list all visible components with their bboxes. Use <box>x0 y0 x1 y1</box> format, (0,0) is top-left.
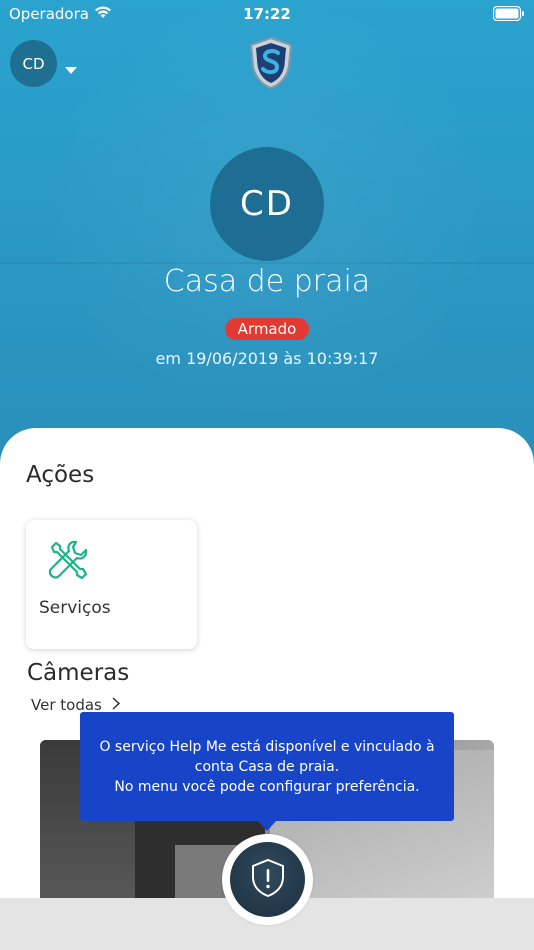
shield-alert-icon <box>250 858 286 902</box>
tooltip-line-1: O serviço Help Me está disponível e vinc… <box>99 739 435 755</box>
tooltip-account-name: Casa de praia. <box>238 759 340 775</box>
location-initials: CD <box>240 184 294 224</box>
account-initials: CD <box>22 54 45 73</box>
tooltip-line-3: No menu você pode configurar preferência… <box>114 779 420 795</box>
shield-logo-icon <box>247 36 295 90</box>
tools-icon <box>46 538 88 584</box>
cameras-title: Câmeras <box>27 660 130 686</box>
battery-icon <box>492 5 525 25</box>
helpme-button[interactable] <box>222 834 313 925</box>
location-name: Casa de praia <box>163 264 371 299</box>
location-avatar: CD <box>210 147 324 261</box>
helpme-tooltip: O serviço Help Me está disponível e vinc… <box>80 712 454 821</box>
tooltip-menu-word: menu <box>137 779 178 795</box>
status-bar: Operadora 17:22 <box>0 0 534 28</box>
actions-title: Ações <box>26 462 95 488</box>
clock: 17:22 <box>243 5 291 23</box>
chevron-down-icon[interactable] <box>65 60 77 79</box>
tooltip-arrow <box>257 820 277 831</box>
status-timestamp: em 19/06/2019 às 10:39:17 <box>155 349 379 368</box>
account-avatar[interactable]: CD <box>10 40 57 87</box>
services-label: Serviços <box>39 598 111 618</box>
services-card[interactable]: Serviços <box>26 520 197 649</box>
status-badge: Armado <box>224 318 310 340</box>
tooltip-line-2: conta Casa de praia. <box>194 759 340 775</box>
